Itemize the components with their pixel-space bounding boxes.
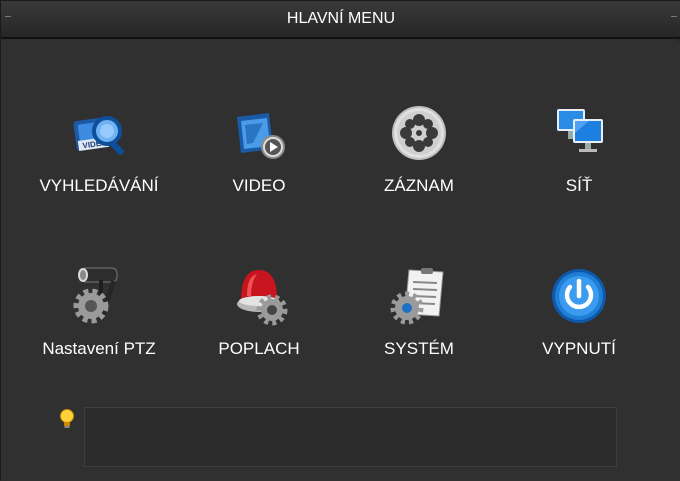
film-reel-icon [392, 106, 446, 160]
page-title: HLAVNÍ MENU [286, 10, 396, 27]
menu-item-label: VYPNUTÍ [542, 339, 616, 358]
main-menu-window: HLAVNÍ MENU VIDEO VYHLEDÁVÁNÍ VIDEO ZÁZN… [0, 0, 680, 481]
video-search-icon: VIDEO [73, 116, 124, 155]
network-monitors-icon [557, 109, 603, 152]
alarm-siren-gear-icon [237, 270, 288, 326]
menu-item-record[interactable]: ZÁZNAM [344, 103, 494, 213]
document-gear-icon [390, 268, 444, 325]
video-player-icon [237, 113, 285, 159]
menu-item-label: VIDEO [232, 176, 286, 195]
menu-item-label: SYSTÉM [384, 339, 454, 358]
menu-item-label: SÍŤ [565, 176, 593, 195]
menu-item-video[interactable]: VIDEO [184, 103, 334, 213]
title-bar: HLAVNÍ MENU [1, 1, 680, 39]
menu-item-label: POPLACH [218, 339, 300, 358]
menu-item-network[interactable]: SÍŤ [504, 103, 654, 213]
ptz-camera-gear-icon [73, 267, 118, 324]
lightbulb-icon [60, 409, 74, 428]
menu-item-label: ZÁZNAM [384, 176, 454, 195]
menu-item-ptz[interactable]: Nastavení PTZ [24, 266, 174, 376]
title-bar-decoration-right [671, 16, 677, 17]
menu-item-system[interactable]: SYSTÉM [344, 266, 494, 376]
power-icon [552, 269, 606, 323]
menu-item-label: VYHLEDÁVÁNÍ [39, 176, 159, 195]
menu-item-label: Nastavení PTZ [42, 339, 156, 358]
hint-message-box [84, 407, 617, 467]
menu-item-alarm[interactable]: POPLACH [184, 266, 334, 376]
menu-item-shutdown[interactable]: VYPNUTÍ [504, 266, 654, 376]
menu-item-search[interactable]: VIDEO VYHLEDÁVÁNÍ [24, 103, 174, 213]
